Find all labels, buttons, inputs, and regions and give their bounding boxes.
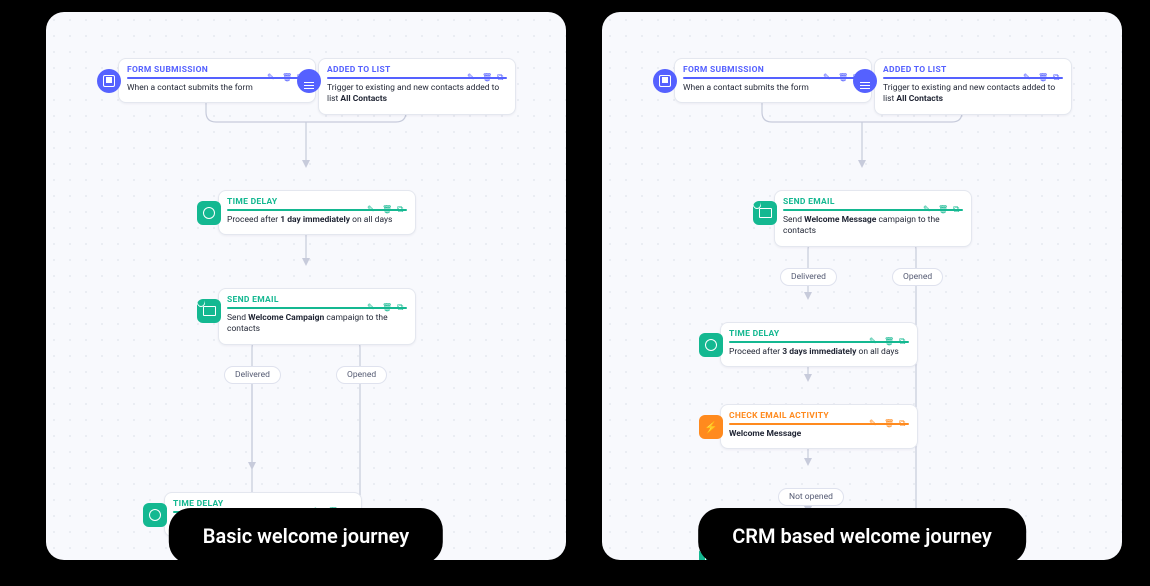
node-form-submission[interactable]: FORM SUBMISSION When a contact submits t…	[118, 58, 316, 103]
node-desc: Trigger to existing and new contacts add…	[327, 83, 507, 106]
delete-icon[interactable]	[382, 295, 392, 305]
edit-icon[interactable]	[367, 295, 377, 305]
copy-icon[interactable]	[1053, 65, 1063, 75]
delete-icon[interactable]	[938, 197, 948, 207]
copy-icon[interactable]	[397, 295, 407, 305]
copy-icon[interactable]	[497, 65, 507, 75]
form-icon	[97, 69, 121, 93]
node-title: FORM SUBMISSION	[127, 65, 208, 75]
activity-icon	[699, 415, 723, 439]
delete-icon[interactable]	[482, 65, 492, 75]
delete-icon[interactable]	[838, 65, 848, 75]
list-icon	[853, 69, 877, 93]
list-icon	[297, 69, 321, 93]
copy-icon[interactable]	[953, 197, 963, 207]
node-added-to-list[interactable]: ADDED TO LIST Trigger to existing and ne…	[318, 58, 516, 115]
node-title: ADDED TO LIST	[327, 65, 391, 75]
delete-icon[interactable]	[884, 411, 894, 421]
pill-not-opened[interactable]: Not opened	[778, 488, 844, 506]
caption-left: Basic welcome journey	[169, 508, 443, 560]
clock-icon	[143, 503, 167, 527]
delete-icon[interactable]	[282, 65, 292, 75]
copy-icon[interactable]	[397, 197, 407, 207]
delete-icon[interactable]	[884, 329, 894, 339]
node-added-to-list[interactable]: ADDED TO LIST Trigger to existing and ne…	[874, 58, 1072, 115]
node-desc: When a contact submits the form	[127, 83, 307, 94]
node-form-submission[interactable]: FORM SUBMISSION When a contact submits t…	[674, 58, 872, 103]
delete-icon[interactable]	[1038, 65, 1048, 75]
copy-icon[interactable]	[899, 329, 909, 339]
node-send-email-1[interactable]: SEND EMAIL Send Welcome Message campaign…	[774, 190, 972, 247]
form-icon	[653, 69, 677, 93]
node-check-email-activity[interactable]: CHECK EMAIL ACTIVITY Welcome Message	[720, 404, 918, 449]
clock-icon	[699, 333, 723, 357]
edit-icon[interactable]	[869, 329, 879, 339]
edit-icon[interactable]	[367, 197, 377, 207]
copy-icon[interactable]	[899, 411, 909, 421]
pill-opened[interactable]: Opened	[336, 366, 387, 384]
edit-icon[interactable]	[869, 411, 879, 421]
mail-icon	[197, 299, 221, 323]
node-time-delay[interactable]: TIME DELAY Proceed after 3 days immediat…	[720, 322, 918, 367]
edit-icon[interactable]	[1023, 65, 1033, 75]
panel-basic-journey: FORM SUBMISSION When a contact submits t…	[46, 12, 566, 560]
edit-icon[interactable]	[823, 65, 833, 75]
pill-opened[interactable]: Opened	[892, 268, 943, 286]
node-time-delay-1[interactable]: TIME DELAY Proceed after 1 day immediate…	[218, 190, 416, 235]
pill-delivered[interactable]: Delivered	[780, 268, 837, 286]
pill-delivered[interactable]: Delivered	[224, 366, 281, 384]
mail-icon	[753, 201, 777, 225]
edit-icon[interactable]	[267, 65, 277, 75]
delete-icon[interactable]	[382, 197, 392, 207]
caption-right: CRM based welcome journey	[698, 508, 1026, 560]
panel-crm-journey: FORM SUBMISSION When a contact submits t…	[602, 12, 1122, 560]
clock-icon	[197, 201, 221, 225]
edit-icon[interactable]	[467, 65, 477, 75]
edit-icon[interactable]	[923, 197, 933, 207]
node-send-email[interactable]: SEND EMAIL Send Welcome Campaign campaig…	[218, 288, 416, 345]
